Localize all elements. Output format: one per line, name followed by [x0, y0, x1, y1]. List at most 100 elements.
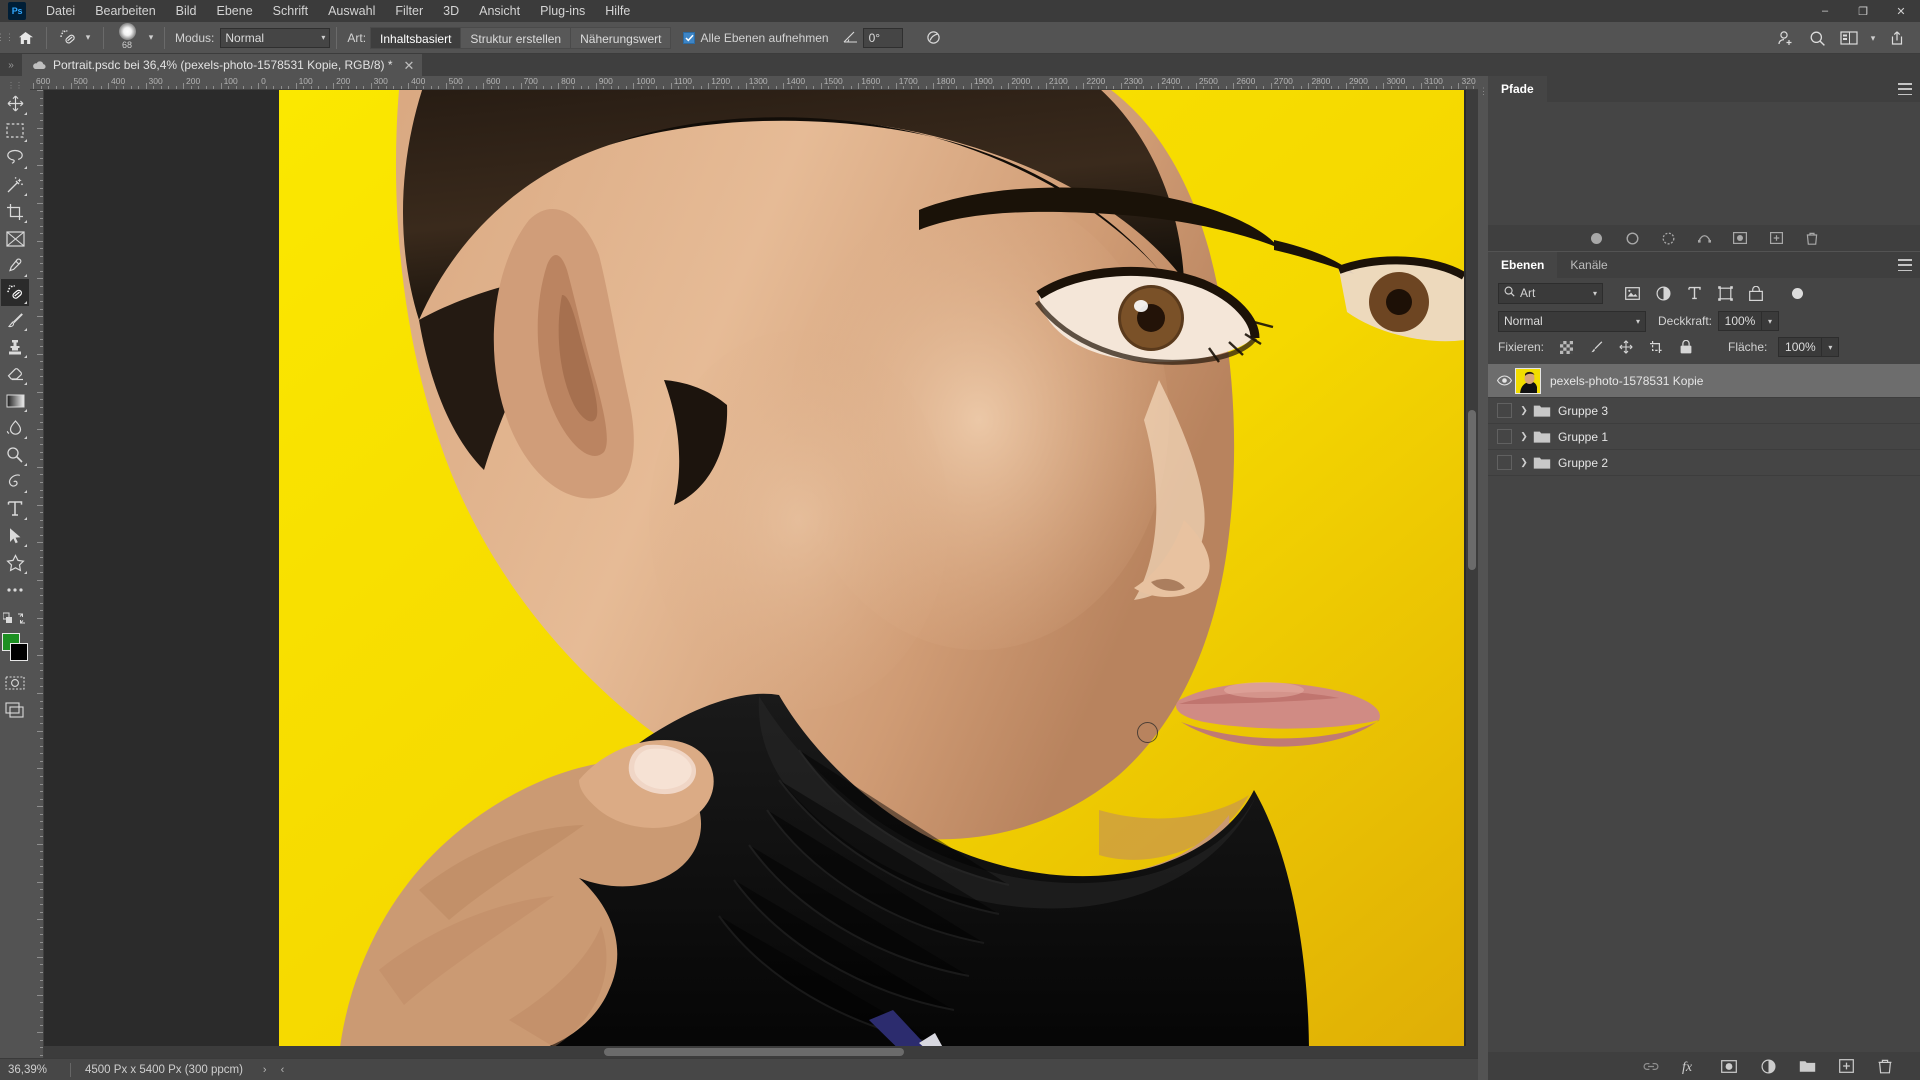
- screen-mode-icon[interactable]: [1, 696, 29, 723]
- layer-visibility-toggle[interactable]: [1493, 429, 1515, 444]
- zoom-level[interactable]: 36,39%: [0, 1064, 70, 1076]
- layer-visibility-toggle[interactable]: [1493, 375, 1515, 386]
- table-row[interactable]: pexels-photo-1578531 Kopie: [1488, 364, 1920, 398]
- adjustment-layer-filter-icon[interactable]: [1654, 284, 1672, 302]
- link-layers-icon[interactable]: [1642, 1057, 1660, 1075]
- table-row[interactable]: ❯ Gruppe 3: [1488, 398, 1920, 424]
- more-tools[interactable]: [1, 576, 29, 603]
- angle-control[interactable]: 0°: [843, 27, 903, 48]
- lock-position-icon[interactable]: [1617, 338, 1635, 356]
- tab-bar-expand-icon[interactable]: »: [0, 54, 22, 76]
- new-layer-icon[interactable]: [1837, 1057, 1855, 1075]
- menu-schrift[interactable]: Schrift: [263, 0, 318, 22]
- angle-input[interactable]: 0°: [862, 27, 903, 48]
- fill-chevron-down-icon[interactable]: ▾: [1822, 337, 1840, 357]
- menu-bearbeiten[interactable]: Bearbeiten: [85, 0, 165, 22]
- share-icon[interactable]: [1882, 25, 1912, 51]
- shape-tool[interactable]: [1, 549, 29, 576]
- color-swatches[interactable]: [1, 633, 29, 663]
- type-struktur-erstellen[interactable]: Struktur erstellen: [461, 26, 572, 49]
- tab-kanaele[interactable]: Kanäle: [1557, 252, 1620, 278]
- opacity-chevron-down-icon[interactable]: ▾: [1762, 311, 1780, 331]
- canvas-horizontal-scrollbar[interactable]: [44, 1046, 1478, 1058]
- tool-preset-picker[interactable]: ▾: [53, 25, 97, 51]
- crop-tool[interactable]: [1, 198, 29, 225]
- dodge-tool[interactable]: [1, 441, 29, 468]
- path-selection-tool[interactable]: [1, 522, 29, 549]
- menu-bild[interactable]: Bild: [166, 0, 207, 22]
- default-colors-and-swap[interactable]: [1, 609, 29, 629]
- spot-healing-brush-tool[interactable]: [1, 279, 29, 306]
- filter-enable-toggle[interactable]: [1788, 284, 1806, 302]
- canvas-vertical-scrollbar[interactable]: [1466, 90, 1478, 1056]
- pressure-toggle-icon[interactable]: [919, 25, 949, 51]
- opacity-input[interactable]: 100%: [1718, 311, 1763, 331]
- lock-all-icon[interactable]: [1677, 338, 1695, 356]
- status-next-icon[interactable]: ›: [263, 1064, 267, 1076]
- stroke-path-icon[interactable]: [1624, 230, 1640, 246]
- layer-visibility-toggle[interactable]: [1493, 403, 1515, 418]
- menu-plugins[interactable]: Plug-ins: [530, 0, 595, 22]
- status-prev-icon[interactable]: ‹: [281, 1064, 285, 1076]
- brush-preset-chevron-down-icon[interactable]: ▾: [144, 32, 158, 43]
- layer-blend-mode-select[interactable]: Normal ▾: [1498, 310, 1646, 332]
- type-tool[interactable]: [1, 495, 29, 522]
- options-bar-grip[interactable]: ⋮⋮: [0, 22, 14, 54]
- layer-name[interactable]: Gruppe 3: [1553, 404, 1608, 418]
- brush-tool[interactable]: [1, 306, 29, 333]
- layer-name[interactable]: Gruppe 2: [1553, 456, 1608, 470]
- minimize-button[interactable]: –: [1806, 0, 1844, 22]
- fill-path-icon[interactable]: [1588, 230, 1604, 246]
- maximize-button[interactable]: ❐: [1844, 0, 1882, 22]
- fill-input[interactable]: 100%: [1778, 337, 1823, 357]
- home-icon[interactable]: [10, 25, 40, 51]
- search-icon[interactable]: [1802, 25, 1832, 51]
- table-row[interactable]: ❯ Gruppe 1: [1488, 424, 1920, 450]
- blur-tool[interactable]: [1, 414, 29, 441]
- paths-panel-menu-icon[interactable]: [1898, 83, 1912, 95]
- menu-ansicht[interactable]: Ansicht: [469, 0, 530, 22]
- paths-list[interactable]: [1488, 102, 1920, 212]
- tools-panel-grip[interactable]: ⋮⋮: [0, 80, 30, 90]
- sample-all-layers-checkbox[interactable]: Alle Ebenen aufnehmen: [683, 31, 829, 45]
- document-tab[interactable]: Portrait.psdc bei 36,4% (pexels-photo-15…: [22, 54, 423, 76]
- move-tool[interactable]: [1, 90, 29, 117]
- delete-layer-icon[interactable]: [1876, 1057, 1894, 1075]
- workspace-icon[interactable]: [1834, 25, 1864, 51]
- menu-auswahl[interactable]: Auswahl: [318, 0, 385, 22]
- menu-hilfe[interactable]: Hilfe: [595, 0, 640, 22]
- new-path-icon[interactable]: [1768, 230, 1784, 246]
- menu-ebene[interactable]: Ebene: [207, 0, 263, 22]
- smart-object-filter-icon[interactable]: [1747, 284, 1765, 302]
- eraser-tool[interactable]: [1, 360, 29, 387]
- layer-filter-type-select[interactable]: Art ▾: [1498, 282, 1603, 304]
- group-expand-icon[interactable]: ❯: [1515, 431, 1533, 442]
- menu-datei[interactable]: Datei: [36, 0, 85, 22]
- scrollbar-thumb[interactable]: [604, 1048, 904, 1056]
- menu-filter[interactable]: Filter: [385, 0, 433, 22]
- tab-ebenen[interactable]: Ebenen: [1488, 252, 1558, 278]
- layers-panel-menu-icon[interactable]: [1898, 259, 1912, 271]
- shape-layer-filter-icon[interactable]: [1716, 284, 1734, 302]
- load-selection-icon[interactable]: [1660, 230, 1676, 246]
- menu-3d[interactable]: 3D: [433, 0, 469, 22]
- frame-tool[interactable]: [1, 225, 29, 252]
- layer-name[interactable]: pexels-photo-1578531 Kopie: [1541, 374, 1703, 388]
- panel-dock-grip[interactable]: ⋮: [1478, 76, 1488, 1080]
- background-color-swatch[interactable]: [10, 643, 28, 661]
- layer-mask-icon[interactable]: [1720, 1057, 1738, 1075]
- lock-artboard-icon[interactable]: [1647, 338, 1665, 356]
- lasso-tool[interactable]: [1, 144, 29, 171]
- layer-visibility-toggle[interactable]: [1493, 455, 1515, 470]
- magic-wand-tool[interactable]: [1, 171, 29, 198]
- mask-icon[interactable]: [1732, 230, 1748, 246]
- scrollbar-thumb[interactable]: [1468, 410, 1476, 570]
- pen-tool[interactable]: [1, 468, 29, 495]
- lock-transparency-icon[interactable]: [1557, 338, 1575, 356]
- group-expand-icon[interactable]: ❯: [1515, 405, 1533, 416]
- document-image[interactable]: [279, 90, 1464, 1055]
- eyedropper-tool[interactable]: [1, 252, 29, 279]
- new-group-icon[interactable]: [1798, 1057, 1816, 1075]
- layer-thumbnail[interactable]: [1515, 367, 1541, 394]
- clone-stamp-tool[interactable]: [1, 333, 29, 360]
